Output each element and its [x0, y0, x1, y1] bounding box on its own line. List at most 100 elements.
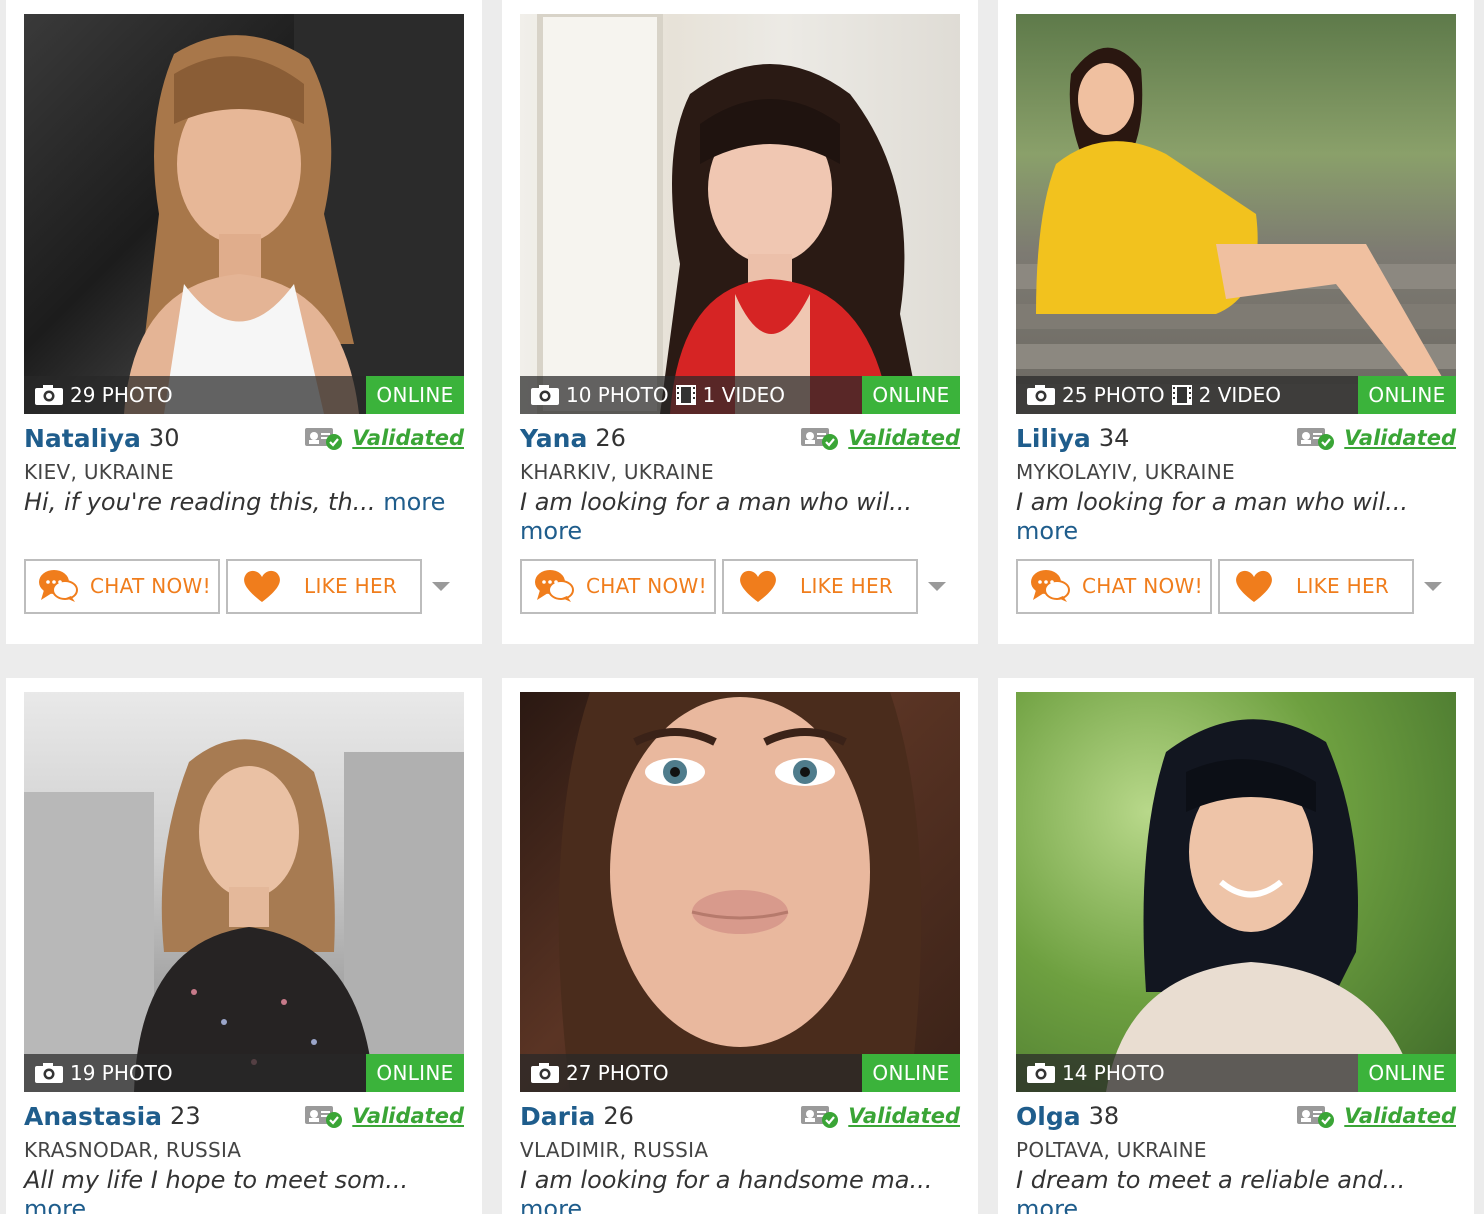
chat-now-button[interactable]: CHAT NOW!	[1016, 558, 1212, 614]
profile-name[interactable]: Olga	[1016, 1102, 1081, 1131]
online-badge: ONLINE	[366, 376, 464, 414]
camera-icon	[35, 1063, 63, 1083]
photo-count-label: 14 PHOTO	[1062, 1061, 1165, 1085]
validated-link[interactable]: Validated	[1344, 1104, 1456, 1128]
camera-icon	[531, 385, 559, 405]
photo-count[interactable]: 10 PHOTO	[530, 383, 669, 407]
profile-photo[interactable]: 29 PHOTO ONLINE	[24, 14, 464, 414]
media-bar: 25 PHOTO 2 VIDEO ONLINE	[1016, 376, 1456, 414]
chat-now-button[interactable]: CHAT NOW!	[520, 558, 716, 614]
profile-location: VLADIMIR, RUSSIA	[520, 1138, 709, 1162]
like-her-label: LIKE HER	[800, 574, 894, 598]
portrait-image	[537, 14, 920, 414]
portrait-image	[558, 692, 922, 1092]
video-count[interactable]: 2 VIDEO	[1171, 383, 1281, 407]
more-link[interactable]: more	[1016, 1195, 1078, 1214]
profile-photo[interactable]: 14 PHOTO ONLINE	[1016, 692, 1456, 1092]
media-bar: 29 PHOTO ONLINE	[24, 376, 464, 414]
heart-icon	[244, 570, 280, 602]
heart-icon	[740, 570, 776, 602]
description-text: I am looking for a man who wil...	[1016, 488, 1408, 516]
online-badge: ONLINE	[1358, 376, 1456, 414]
chat-bubbles-icon	[535, 570, 574, 602]
profile-location: KHARKIV, UKRAINE	[520, 460, 714, 484]
chat-bubbles-icon	[39, 570, 78, 602]
validated-link[interactable]: Validated	[352, 426, 464, 450]
photo-count-label: 25 PHOTO	[1062, 383, 1165, 407]
profile-location: POLTAVA, UKRAINE	[1016, 1138, 1207, 1162]
more-link[interactable]: more	[24, 1195, 86, 1214]
chat-now-button[interactable]: CHAT NOW!	[24, 558, 220, 614]
photo-count[interactable]: 25 PHOTO	[1026, 383, 1165, 407]
media-bar: 10 PHOTO 1 VIDEO ONLINE	[520, 376, 960, 414]
online-badge: ONLINE	[366, 1054, 464, 1092]
profile-age: 26	[595, 424, 626, 452]
video-count-label: 2 VIDEO	[1198, 383, 1282, 407]
online-badge: ONLINE	[1358, 1054, 1456, 1092]
profile-description: I am looking for a man who wil... more	[520, 488, 960, 546]
chat-now-label: CHAT NOW!	[586, 574, 707, 598]
photo-count[interactable]: 29 PHOTO	[34, 383, 173, 407]
profile-description: All my life I hope to meet som... more	[24, 1166, 464, 1214]
like-her-button[interactable]: LIKE HER	[226, 558, 422, 614]
profile-name[interactable]: Anastasia	[24, 1102, 162, 1131]
chat-bubbles-icon	[1031, 570, 1070, 602]
video-count[interactable]: 1 VIDEO	[675, 383, 785, 407]
photo-count[interactable]: 27 PHOTO	[530, 1061, 669, 1085]
validated-link[interactable]: Validated	[848, 1104, 960, 1128]
camera-icon	[1027, 385, 1055, 405]
profile-name[interactable]: Nataliya	[24, 424, 141, 453]
description-text: I am looking for a handsome ma...	[520, 1166, 933, 1194]
photo-count[interactable]: 14 PHOTO	[1026, 1061, 1165, 1085]
profile-card: 10 PHOTO 1 VIDEO ONLINE Yana 26 Validate…	[502, 0, 978, 644]
like-her-label: LIKE HER	[1296, 574, 1390, 598]
validated-link[interactable]: Validated	[352, 1104, 464, 1128]
validated-link[interactable]: Validated	[848, 426, 960, 450]
profile-age: 30	[148, 424, 180, 452]
like-her-label: LIKE HER	[304, 574, 398, 598]
profile-location: MYKOLAYIV, UKRAINE	[1016, 460, 1235, 484]
profile-card: 19 PHOTO ONLINE Anastasia 23 Validated K…	[6, 678, 482, 1214]
video-count-label: 1 VIDEO	[702, 383, 786, 407]
profile-description: I dream to meet a reliable and... more	[1016, 1166, 1456, 1214]
profile-description: I am looking for a man who wil... more	[1016, 488, 1456, 546]
photo-count-label: 27 PHOTO	[566, 1061, 669, 1085]
profile-name[interactable]: Yana	[520, 424, 587, 453]
film-icon	[675, 385, 696, 405]
photo-count[interactable]: 19 PHOTO	[34, 1061, 173, 1085]
profile-photo[interactable]: 27 PHOTO ONLINE	[520, 692, 960, 1092]
like-her-button[interactable]: LIKE HER	[722, 558, 918, 614]
profile-photo[interactable]: 19 PHOTO ONLINE	[24, 692, 464, 1092]
more-link[interactable]: more	[520, 517, 582, 545]
online-badge: ONLINE	[862, 376, 960, 414]
more-options-caret-icon[interactable]	[432, 581, 450, 591]
media-bar: 19 PHOTO ONLINE	[24, 1054, 464, 1092]
profile-age: 38	[1088, 1102, 1120, 1130]
more-link[interactable]: more	[1016, 517, 1078, 545]
profile-photo[interactable]: 25 PHOTO 2 VIDEO ONLINE	[1016, 14, 1456, 414]
more-options-caret-icon[interactable]	[928, 581, 946, 591]
more-link[interactable]: more	[520, 1195, 582, 1214]
camera-icon	[1027, 1063, 1055, 1083]
profile-photo[interactable]: 10 PHOTO 1 VIDEO ONLINE	[520, 14, 960, 414]
photo-count-label: 10 PHOTO	[566, 383, 669, 407]
profile-card: 27 PHOTO ONLINE Daria 26 Validated VLADI…	[502, 678, 978, 1214]
photo-count-label: 19 PHOTO	[70, 1061, 173, 1085]
profile-name[interactable]: Liliya	[1016, 424, 1091, 453]
profile-location: KIEV, UKRAINE	[24, 460, 174, 484]
profile-name[interactable]: Daria	[520, 1102, 595, 1131]
more-link[interactable]: more	[383, 488, 445, 516]
validated-id-icon	[305, 1106, 343, 1128]
validated-id-icon	[801, 1106, 839, 1128]
portrait-image	[124, 14, 464, 414]
portrait-image	[1106, 719, 1416, 1092]
portrait-image	[1016, 47, 1456, 414]
profile-age: 34	[1098, 424, 1130, 452]
more-options-caret-icon[interactable]	[1424, 581, 1442, 591]
like-her-button[interactable]: LIKE HER	[1218, 558, 1414, 614]
validated-link[interactable]: Validated	[1344, 426, 1456, 450]
description-text: I am looking for a man who wil...	[520, 488, 912, 516]
profile-card: 14 PHOTO ONLINE Olga 38 Validated POLTAV…	[998, 678, 1474, 1214]
description-text: I dream to meet a reliable and...	[1016, 1166, 1406, 1194]
profile-description: I am looking for a handsome ma... more	[520, 1166, 960, 1214]
